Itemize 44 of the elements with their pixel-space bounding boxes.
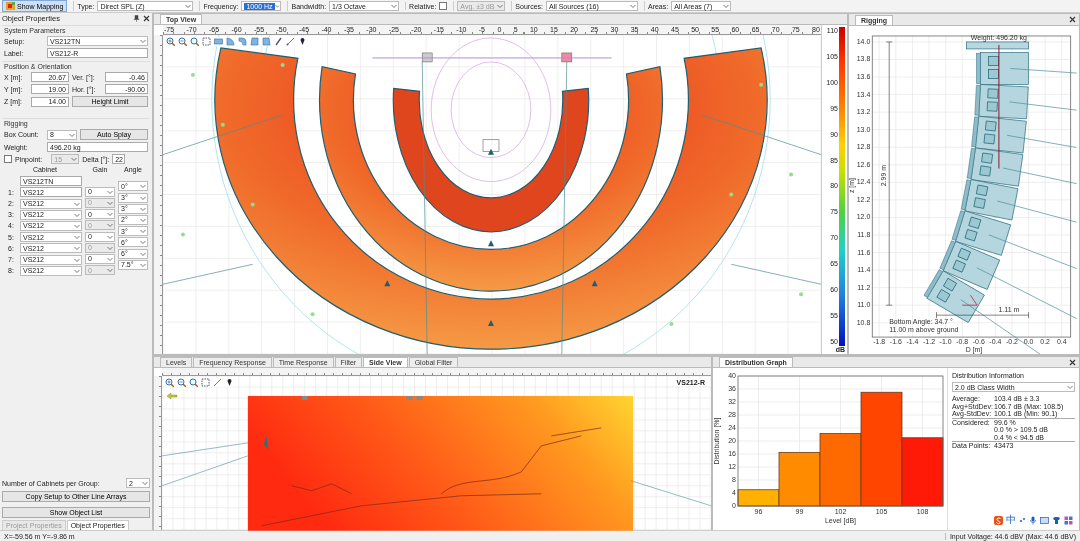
dots-icon[interactable] bbox=[1019, 515, 1026, 525]
magnifier-icon[interactable] bbox=[189, 378, 198, 387]
input-mode-label[interactable]: 中 bbox=[1006, 513, 1016, 527]
frame-icon[interactable] bbox=[202, 37, 211, 46]
caret-icon bbox=[629, 4, 636, 8]
pin-icon[interactable] bbox=[298, 37, 307, 46]
caret-icon bbox=[107, 268, 113, 273]
caret-icon bbox=[185, 4, 192, 8]
zoom-in-icon[interactable] bbox=[165, 378, 174, 387]
line-icon[interactable] bbox=[213, 378, 222, 387]
zoom-in-icon[interactable] bbox=[166, 37, 175, 46]
caret-icon bbox=[142, 481, 148, 485]
aim-line bbox=[1009, 101, 1077, 111]
caret-icon bbox=[274, 4, 280, 8]
magnifier-icon[interactable] bbox=[190, 37, 199, 46]
angle-mark bbox=[961, 294, 978, 306]
aim-line bbox=[1010, 68, 1077, 74]
arrow-icon[interactable] bbox=[166, 392, 178, 400]
pin-icon[interactable] bbox=[225, 378, 234, 387]
caret-icon bbox=[497, 4, 504, 8]
caret-icon bbox=[1067, 385, 1073, 389]
close-icon[interactable] bbox=[143, 14, 150, 22]
checkbox[interactable] bbox=[439, 2, 448, 10]
microphone-icon[interactable] bbox=[1029, 515, 1037, 525]
input-method-icon[interactable] bbox=[994, 515, 1003, 525]
zoom-out-icon[interactable] bbox=[177, 378, 186, 387]
frame-icon[interactable] bbox=[201, 378, 210, 387]
close-icon[interactable] bbox=[1069, 358, 1076, 366]
zoom-out-icon[interactable] bbox=[178, 37, 187, 46]
caret-icon bbox=[391, 4, 398, 8]
close-icon[interactable] bbox=[1069, 16, 1076, 23]
map-icon bbox=[6, 2, 15, 10]
line-icon[interactable] bbox=[286, 37, 295, 46]
keyboard-icon[interactable] bbox=[1040, 515, 1049, 525]
aim-line bbox=[1006, 134, 1077, 148]
pencil-icon[interactable] bbox=[274, 37, 283, 46]
caret-icon bbox=[723, 4, 730, 8]
grid-icon[interactable] bbox=[1064, 515, 1073, 525]
rectangle-icon[interactable] bbox=[214, 37, 223, 46]
caret-icon bbox=[140, 39, 146, 43]
caret-icon bbox=[71, 157, 78, 161]
caret-icon bbox=[69, 132, 75, 137]
pin-icon[interactable] bbox=[133, 14, 140, 22]
shirt-icon[interactable] bbox=[1052, 515, 1061, 525]
